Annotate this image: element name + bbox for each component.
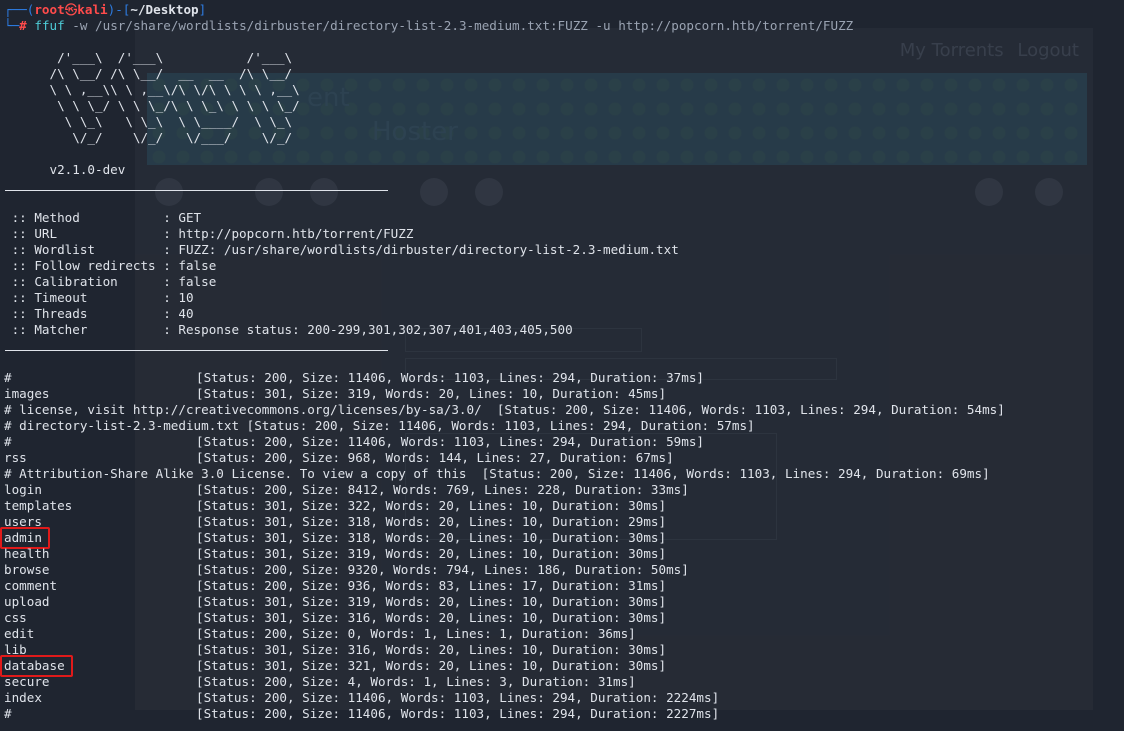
banner-art-line: \ \_\ \ \_\ \ \____/ \ \_\ (4, 114, 293, 129)
result-word: templates (4, 498, 73, 513)
result-row: # license, visit http://creativecommons.… (0, 402, 1124, 418)
result-row: templates [Status: 301, Size: 322, Words:… (0, 498, 1124, 514)
result-status: [Status: 301, Size: 319, Words: 20, Line… (196, 386, 667, 401)
config-threads: :: Threads : 40 (4, 306, 194, 321)
result-row: index [Status: 200, Size: 11406, Words: 1… (0, 690, 1124, 706)
result-status: [Status: 200, Size: 9320, Words: 794, Li… (196, 562, 689, 577)
banner-art-line: /'___\ /'___\ /'___\ (4, 50, 293, 65)
prompt-user: root (34, 2, 65, 17)
result-row: upload [Status: 301, Size: 319, Words: 20… (0, 594, 1124, 610)
config-matcher: :: Matcher : Response status: 200-299,30… (4, 322, 573, 337)
result-status: [Status: 301, Size: 319, Words: 20, Line… (196, 546, 667, 561)
banner-art-line: \/_/ \/_/ \/___/ \/_/ (4, 130, 293, 145)
result-status: [Status: 200, Size: 8412, Words: 769, Li… (196, 482, 689, 497)
result-word: health (4, 546, 50, 561)
result-row: # directory-list-2.3-medium.txt [Status:… (0, 418, 1124, 434)
banner-art-line: \ \ \_/ \ \ \_/\ \ \_\ \ \ \ \_/ (4, 98, 300, 113)
result-word: browse (4, 562, 50, 577)
result-status: [Status: 200, Size: 936, Words: 83, Line… (196, 578, 667, 593)
config-timeout: :: Timeout : 10 (4, 290, 194, 305)
result-line-text: # license, visit http://creativecommons.… (4, 402, 1005, 417)
command-args: -w /usr/share/wordlists/dirbuster/direct… (64, 18, 854, 33)
terminal[interactable]: ┌──(root㉿kali)-[~/Desktop] └─# ffuf -w /… (0, 0, 1124, 731)
banner-art-line: \ \ ,__\\ \ ,__\/\ \/\ \ \ \ ,__\ (4, 82, 300, 97)
version-label: v2.1.0-dev (4, 162, 126, 177)
result-word: upload (4, 594, 50, 609)
result-word: # (4, 434, 12, 449)
result-row: health [Status: 301, Size: 319, Words: 20… (0, 546, 1124, 562)
result-status: [Status: 200, Size: 11406, Words: 1103, … (196, 370, 704, 385)
result-status: [Status: 301, Size: 318, Words: 20, Line… (196, 514, 667, 529)
result-row: comment [Status: 200, Size: 936, Words: 8… (0, 578, 1124, 594)
result-row: database [Status: 301, Size: 321, Words: … (0, 655, 1124, 677)
config-calibration: :: Calibration : false (4, 274, 217, 289)
result-row: # [Status: 200, Size: 11406, Words: 1103,… (0, 434, 1124, 450)
result-status: [Status: 200, Size: 11406, Words: 1103, … (196, 706, 720, 721)
result-word: # (4, 370, 12, 385)
result-word: secure (4, 674, 50, 689)
result-status: [Status: 200, Size: 11406, Words: 1103, … (196, 434, 704, 449)
command-line[interactable]: └─# ffuf -w /usr/share/wordlists/dirbust… (4, 18, 853, 34)
result-row: lib [Status: 301, Size: 316, Words: 20, L… (0, 642, 1124, 658)
result-status: [Status: 200, Size: 968, Words: 144, Lin… (196, 450, 674, 465)
result-word: css (4, 610, 27, 625)
result-line-text: # Attribution-Share Alike 3.0 License. T… (4, 466, 990, 481)
prompt-host: kali (77, 2, 108, 17)
banner-art-line: /\ \__/ /\ \__/ __ __ /\ \__/ (4, 66, 293, 81)
result-word: rss (4, 450, 27, 465)
result-row: images [Status: 301, Size: 319, Words: 20… (0, 386, 1124, 402)
result-status: [Status: 301, Size: 322, Words: 20, Line… (196, 498, 667, 513)
command-name: ffuf (34, 18, 65, 33)
prompt-dir: ~/Desktop (130, 2, 199, 17)
result-row: secure [Status: 200, Size: 4, Words: 1, L… (0, 674, 1124, 690)
result-row: rss [Status: 200, Size: 968, Words: 144, … (0, 450, 1124, 466)
result-status: [Status: 200, Size: 0, Words: 1, Lines: … (196, 626, 636, 641)
result-status: [Status: 301, Size: 321, Words: 20, Line… (196, 658, 667, 673)
config-url: :: URL : http://popcorn.htb/torrent/FUZZ (4, 226, 414, 241)
result-row: # [Status: 200, Size: 11406, Words: 1103,… (0, 370, 1124, 386)
result-row: # Attribution-Share Alike 3.0 License. T… (0, 466, 1124, 482)
result-status: [Status: 200, Size: 11406, Words: 1103, … (196, 690, 720, 705)
result-status: [Status: 200, Size: 4, Words: 1, Lines: … (196, 674, 636, 689)
result-row: css [Status: 301, Size: 316, Words: 20, L… (0, 610, 1124, 626)
config-follow-redirects: :: Follow redirects : false (4, 258, 217, 273)
result-word: # (4, 706, 12, 721)
result-row: edit [Status: 200, Size: 0, Words: 1, Lin… (0, 626, 1124, 642)
result-row: browse [Status: 200, Size: 9320, Words: 7… (0, 562, 1124, 578)
result-line-text: # directory-list-2.3-medium.txt [Status:… (4, 418, 755, 433)
config-method: :: Method : GET (4, 210, 202, 225)
divider (5, 190, 388, 191)
result-status: [Status: 301, Size: 319, Words: 20, Line… (196, 594, 667, 609)
result-status: [Status: 301, Size: 318, Words: 20, Line… (196, 530, 667, 545)
result-word: images (4, 386, 50, 401)
result-word: login (4, 482, 42, 497)
divider (5, 350, 388, 351)
result-status: [Status: 301, Size: 316, Words: 20, Line… (196, 610, 667, 625)
prompt-line: ┌──(root㉿kali)-[~/Desktop] (4, 2, 207, 17)
result-status: [Status: 301, Size: 316, Words: 20, Line… (196, 642, 667, 657)
result-word: index (4, 690, 42, 705)
config-wordlist: :: Wordlist : FUZZ: /usr/share/wordlists… (4, 242, 679, 257)
result-row: login [Status: 200, Size: 8412, Words: 76… (0, 482, 1124, 498)
result-word: comment (4, 578, 58, 593)
result-row: admin [Status: 301, Size: 318, Words: 20,… (0, 527, 1124, 549)
result-word: edit (4, 626, 35, 641)
result-row: # [Status: 200, Size: 11406, Words: 1103,… (0, 706, 1124, 722)
result-row: users [Status: 301, Size: 318, Words: 20,… (0, 514, 1124, 530)
